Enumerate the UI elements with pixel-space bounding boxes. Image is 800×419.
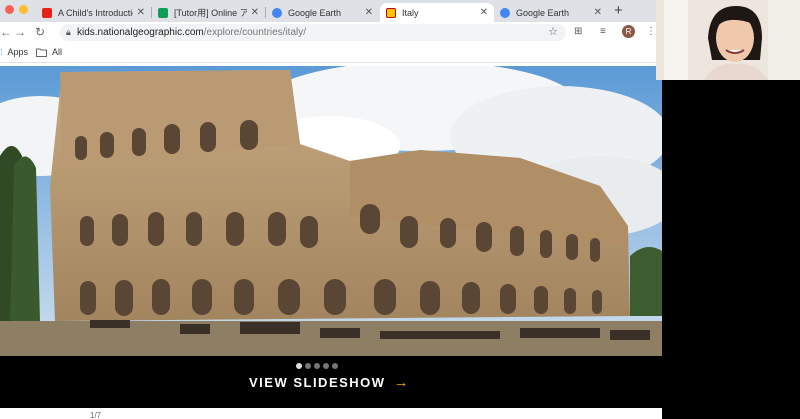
browser-window: A Child's Introductio ✕ [Tutor用] Online … (0, 0, 662, 419)
tab-title: Google Earth (288, 7, 342, 18)
slideshow-bar: VIEW SLIDESHOW → (0, 356, 662, 408)
tab-3-active[interactable]: Italy ✕ (380, 3, 494, 22)
window-minimize-icon[interactable] (19, 5, 28, 14)
media-queue-icon[interactable]: ≡ (600, 26, 606, 37)
slide-counter: 1/7 (90, 411, 102, 419)
close-tab-icon[interactable]: ✕ (251, 7, 259, 18)
url-host: kids.nationalgeographic.com (77, 27, 204, 38)
arrow-right-icon: → (393, 374, 411, 391)
tab-title: Google Earth (516, 7, 570, 18)
back-icon[interactable]: ← (0, 25, 12, 39)
close-tab-icon[interactable]: ✕ (480, 7, 488, 18)
close-tab-icon[interactable]: ✕ (365, 7, 373, 18)
sheets-icon (158, 7, 168, 18)
natgeo-icon (386, 7, 396, 18)
tab-0[interactable]: A Child's Introductio ✕ (36, 3, 151, 22)
window-close-icon[interactable] (5, 5, 14, 14)
apps-grid-icon: ⁞⁞ (0, 47, 3, 57)
bookmark-apps[interactable]: ⁞⁞ Apps (0, 47, 28, 57)
slide-dot[interactable] (296, 363, 302, 369)
colosseum-image (0, 66, 662, 356)
view-slideshow-label: VIEW SLIDESHOW (249, 375, 386, 390)
google-earth-icon (500, 7, 510, 18)
folder-icon (36, 48, 47, 57)
tab-strip: A Child's Introductio ✕ [Tutor用] Online … (0, 0, 662, 22)
google-earth-icon (272, 7, 282, 18)
menu-icon[interactable]: ⋮ (646, 26, 656, 37)
url-path: /explore/countries/italy/ (203, 27, 307, 38)
lock-icon: 🔒︎ (66, 27, 71, 37)
view-slideshow-button[interactable]: VIEW SLIDESHOW → (249, 374, 410, 391)
bookmark-star-icon[interactable]: ☆ (548, 24, 558, 41)
tab-title: [Tutor用] Online ア (174, 8, 247, 18)
webcam-overlay (656, 0, 800, 80)
colosseum-photo (0, 66, 662, 356)
profile-avatar[interactable]: R (622, 25, 635, 38)
new-tab-button[interactable]: + (614, 2, 623, 19)
extension-icon[interactable]: ⊞ (574, 26, 582, 37)
tab-title: Italy (402, 7, 419, 18)
tab-1[interactable]: [Tutor用] Online ア ✕ (152, 3, 265, 22)
slide-dot[interactable] (314, 363, 320, 369)
forward-icon[interactable]: → (14, 25, 26, 39)
bookmark-label: All (52, 47, 63, 57)
tab-2[interactable]: Google Earth ✕ (266, 3, 379, 22)
bookmarks-bar: ⁞⁞ Apps All (0, 44, 662, 63)
slide-dot[interactable] (332, 363, 338, 369)
bookmark-all[interactable]: All (36, 47, 62, 57)
tab-title: A Child's Introductio (58, 7, 133, 18)
slide-dot[interactable] (323, 363, 329, 369)
slide-dots (296, 363, 338, 369)
close-tab-icon[interactable]: ✕ (137, 7, 145, 18)
page-content: VIEW SLIDESHOW → 1/7 (0, 63, 662, 419)
browser-toolbar: ← → ↻ 🔒︎ kids.nationalgeographic.com/exp… (0, 22, 662, 44)
reload-icon[interactable]: ↻ (35, 25, 45, 39)
close-tab-icon[interactable]: ✕ (594, 7, 602, 18)
youtube-icon (42, 7, 52, 18)
address-bar[interactable]: 🔒︎ kids.nationalgeographic.com/explore/c… (60, 24, 566, 41)
bookmark-label: Apps (7, 47, 28, 57)
url-text: kids.nationalgeographic.com/explore/coun… (77, 24, 306, 41)
tab-4[interactable]: Google Earth ✕ (494, 3, 608, 22)
webcam-person-image (656, 0, 800, 80)
slide-dot[interactable] (305, 363, 311, 369)
